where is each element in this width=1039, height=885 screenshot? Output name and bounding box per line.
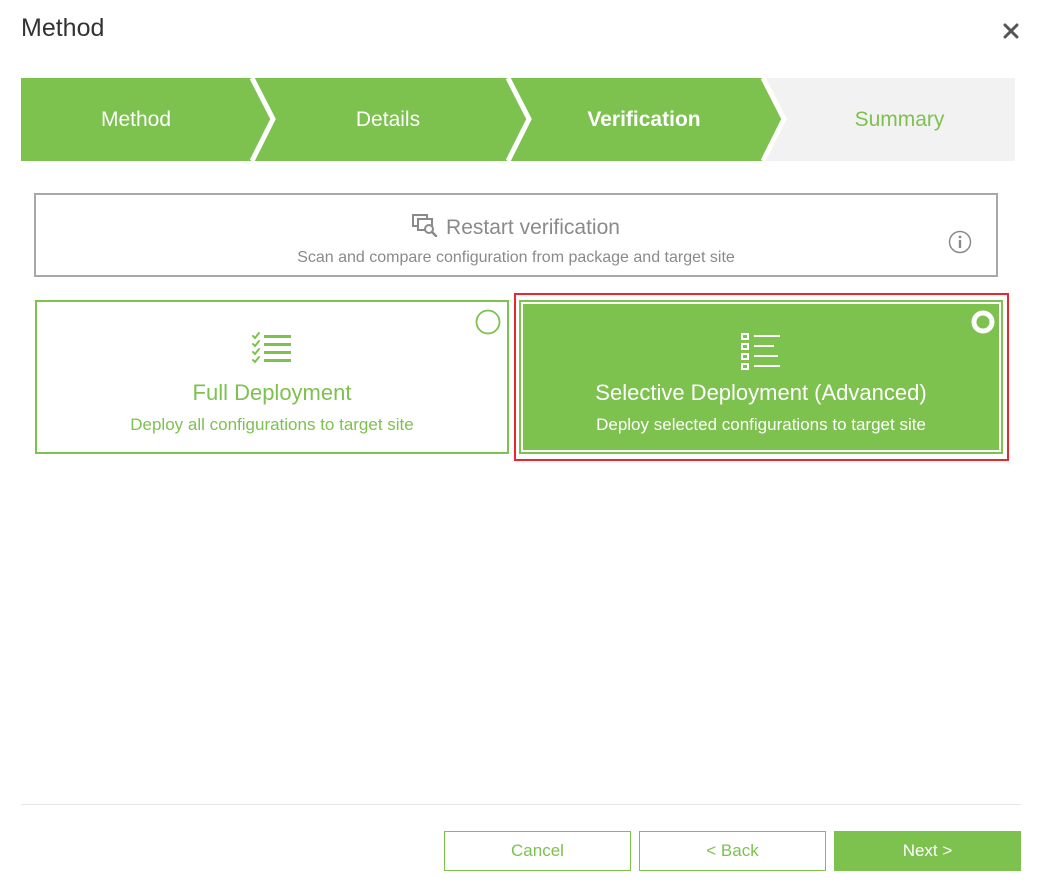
restart-verification-icon — [412, 213, 438, 243]
wizard-step-summary: Summary — [854, 108, 945, 131]
cancel-button[interactable]: Cancel — [444, 831, 631, 871]
close-icon — [1003, 23, 1019, 39]
selective-deployment-title: Selective Deployment (Advanced) — [595, 380, 927, 405]
radio-unselected-icon[interactable] — [475, 309, 501, 335]
selective-list-icon — [740, 332, 782, 375]
wizard-progress: Method Details Verification Summary — [21, 78, 1015, 161]
info-icon[interactable] — [948, 230, 972, 259]
full-deployment-option[interactable]: Full Deployment Deploy all configuration… — [35, 300, 509, 454]
wizard-step-method: Method — [100, 108, 172, 131]
radio-selected-icon[interactable] — [970, 309, 996, 335]
wizard-step-verification: Verification — [587, 108, 701, 131]
restart-verification-title: Restart verification — [446, 216, 620, 239]
back-button[interactable]: < Back — [639, 831, 826, 871]
dialog-title: Method — [21, 14, 105, 42]
next-button[interactable]: Next > — [834, 831, 1021, 871]
close-button[interactable] — [998, 18, 1024, 44]
selective-deployment-option[interactable]: Selective Deployment (Advanced) Deploy s… — [519, 300, 1003, 454]
full-deployment-description: Deploy all configurations to target site — [130, 415, 414, 434]
wizard-step-details: Details — [355, 108, 421, 131]
checklist-icon — [251, 332, 293, 369]
full-deployment-title: Full Deployment — [192, 380, 352, 405]
footer-divider — [21, 804, 1021, 805]
restart-verification-card[interactable]: Restart verification Scan and compare co… — [34, 193, 998, 277]
selective-deployment-description: Deploy selected configurations to target… — [596, 415, 926, 434]
restart-verification-description: Scan and compare configuration from pack… — [297, 249, 735, 266]
